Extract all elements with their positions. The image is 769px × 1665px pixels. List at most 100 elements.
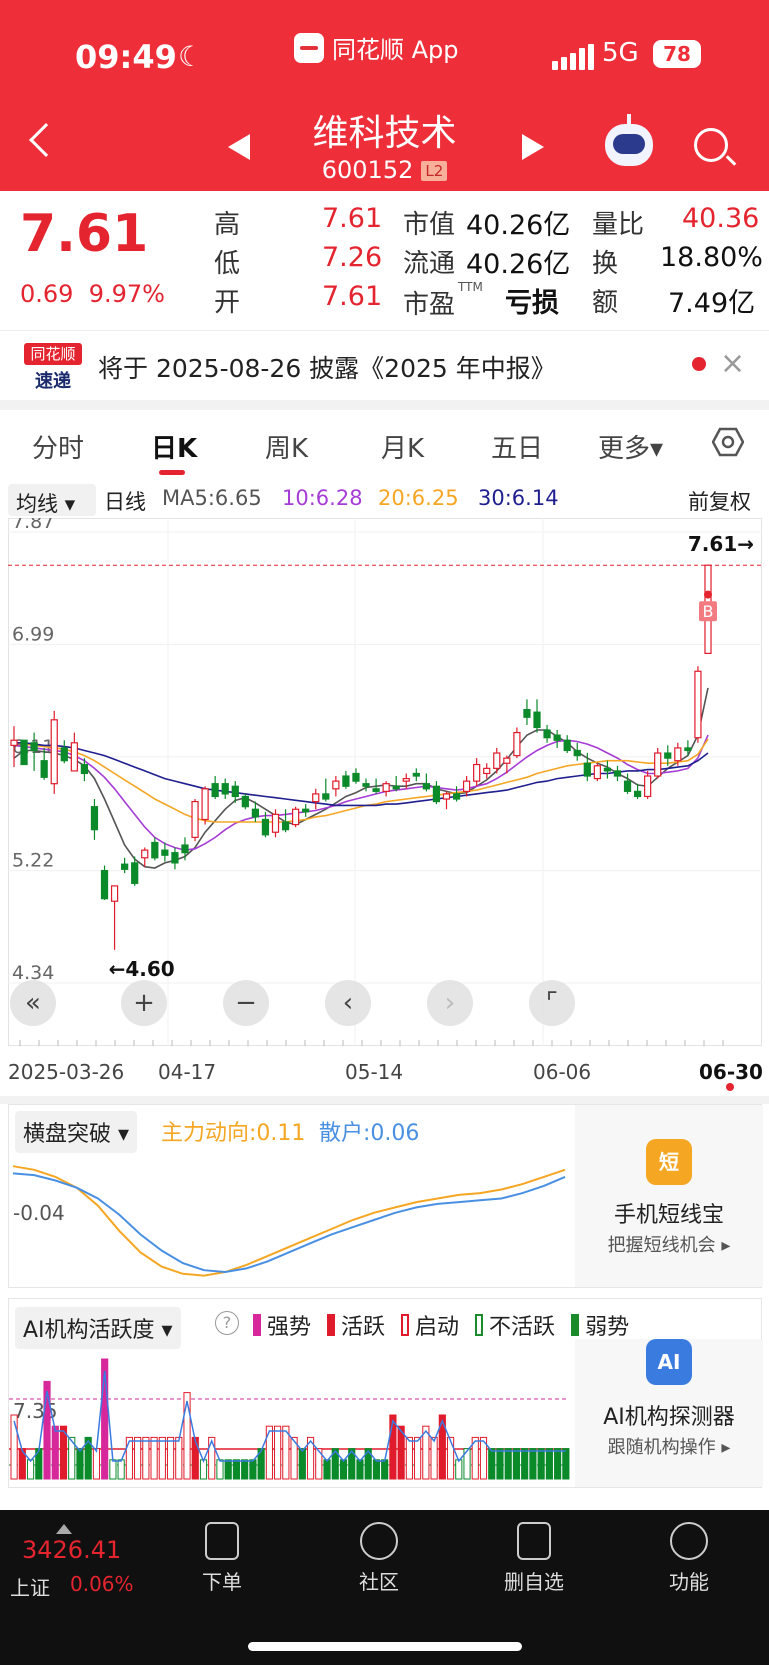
settings-icon[interactable] [712,427,744,457]
candle [483,767,491,775]
activity-bar [298,1448,306,1480]
zoom-out-icon[interactable]: − [223,980,269,1026]
signal-icon [552,44,594,70]
index-value[interactable]: 3426.41 [22,1536,121,1564]
adjust-mode[interactable]: 前复权 [688,486,751,516]
ma-line-ma10 [13,734,709,851]
nav-functions[interactable]: 功能 [644,1522,734,1595]
index-expand-icon[interactable] [56,1524,72,1534]
short-line-card[interactable]: 短 手机短线宝 把握短线机会 ▸ [575,1105,763,1287]
activity-bar [191,1436,199,1480]
candle [583,762,591,777]
nav-remove-watchlist[interactable]: 删自选 [489,1522,579,1595]
nav-order[interactable]: 下单 [177,1522,267,1595]
legend-swatch [571,1314,580,1336]
stock-name: 维科技术 [312,113,457,154]
notice-logo: 同花顺 速递 [24,343,82,392]
price-tick-label: 7.87 [12,518,54,533]
nav-functions-label: 功能 [669,1570,709,1594]
ai-detector-card-sub: 跟随机构操作 ▸ [607,1437,731,1458]
tab-daily-k[interactable]: 日K [151,428,197,465]
legend-item: 不活跃 [475,1309,555,1341]
ma5-value: MA5:6.65 [162,486,262,510]
app-logo-icon [294,32,324,63]
candle [372,788,380,792]
assistant-robot-icon[interactable] [605,114,653,166]
candle [141,849,149,859]
ma-line-ma30 [14,742,709,807]
activity-bar [274,1425,282,1480]
order-icon [205,1522,239,1560]
activity-bar [405,1436,413,1480]
activity-bar [529,1448,537,1480]
candle [462,780,471,792]
notice-logo-top: 同花顺 [24,343,82,365]
candle [543,729,551,739]
ai-activity-bars [9,1358,570,1480]
notice-close-icon[interactable]: × [720,346,745,381]
short-line-card-icon: 短 [646,1139,692,1185]
turnover-label: 换 [592,249,619,279]
candle [191,800,199,838]
candle [623,780,632,792]
battery-icon: 78 [653,40,701,68]
short-line-card-sub: 把握短线机会 ▸ [607,1235,731,1256]
candle [533,711,541,729]
ma-type-label: 均线 [16,492,58,516]
activity-bar [504,1448,512,1480]
candle [121,863,129,870]
active-tab-indicator [159,470,185,475]
divider [0,1096,769,1104]
app-link[interactable]: 同花顺 App [294,30,459,65]
candle [10,739,18,746]
candle [221,783,229,795]
candle [261,818,270,836]
candle [80,763,89,775]
tab-intraday[interactable]: 分时 [32,428,84,465]
indicator-dropdown[interactable]: 横盘突破 ▾ [15,1111,138,1153]
date-label-3: 05-14 [345,1060,404,1084]
ai-detector-card[interactable]: AI AI机构探测器 跟随机构操作 ▸ [575,1339,763,1487]
legend-label: 不活跃 [489,1315,556,1340]
candle [171,852,179,864]
ai-legend: 强势 活跃 启动 不活跃 弱势 [253,1309,645,1341]
candle [20,739,28,766]
candle [452,793,461,800]
tab-more[interactable]: 更多▾ [598,428,663,465]
nav-community[interactable]: 社区 [334,1522,424,1595]
index-change: 0.06% [70,1572,134,1596]
current-date-dot-icon [726,1083,734,1091]
activity-bar [372,1459,381,1480]
tab-weekly-k[interactable]: 周K [265,428,308,465]
activity-bar [496,1448,504,1480]
zoom-in-icon[interactable]: + [121,980,167,1026]
indicator-line [12,1165,566,1277]
next-stock-icon[interactable] [522,134,544,160]
legend-swatch [327,1314,336,1336]
buy-point-dot [704,590,712,599]
collapse-left-icon[interactable]: « [10,980,56,1026]
remove-watchlist-icon [517,1522,551,1560]
help-icon[interactable]: ? [215,1311,239,1335]
notice-banner[interactable]: 同花顺 速递 将于 2025-08-26 披露《2025 年中报》 [0,330,769,400]
tab-five-day[interactable]: 五日 [491,428,543,465]
scroll-right-icon[interactable]: › [427,980,473,1026]
activity-bar [521,1448,529,1480]
candle [603,767,612,772]
candle [422,783,430,790]
tab-monthly-k[interactable]: 月K [381,428,424,465]
search-icon[interactable] [694,128,728,162]
candle [30,742,38,752]
activity-bar [134,1436,142,1480]
activity-bar [166,1436,175,1480]
candle [251,808,260,818]
activity-bar [232,1459,241,1480]
low-value: 7.26 [322,242,383,273]
ma-type-dropdown[interactable]: 均线 ▾ [8,484,96,516]
fullscreen-icon[interactable]: ⌜ [529,980,575,1026]
kline-chart[interactable]: 7.876.996.115.224.347.61→←4.60B [8,518,762,1046]
candle [90,806,99,831]
candle [211,783,219,798]
candle [563,739,571,752]
scroll-left-icon[interactable]: ‹ [325,980,371,1026]
